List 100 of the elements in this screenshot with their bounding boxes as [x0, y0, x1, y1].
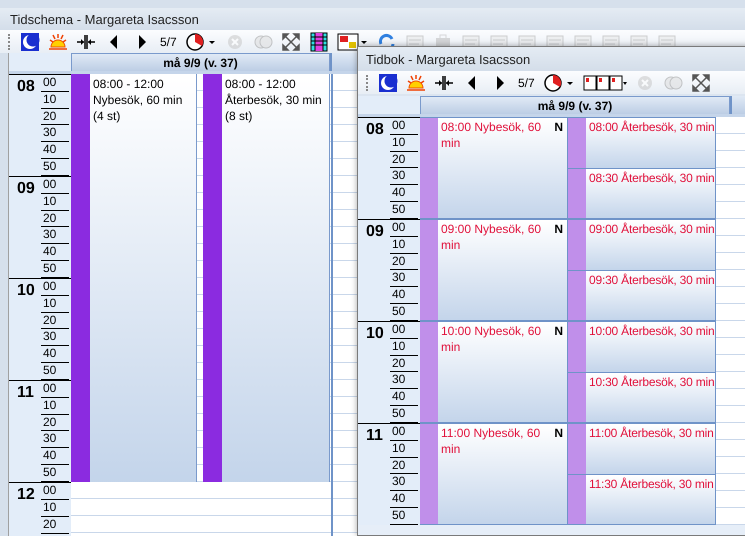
minute-label: 20 [41, 414, 69, 432]
minute-label: 10 [41, 398, 69, 415]
appointment[interactable]: 09:00 Återbesök, 30 min [568, 219, 716, 270]
minute-label: 20 [41, 312, 69, 330]
minute-label: 00 [390, 322, 418, 339]
clock-icon[interactable] [542, 72, 575, 94]
new-patient-marker: N [554, 323, 563, 339]
moon-icon[interactable] [20, 30, 40, 52]
hour-label: 10 [366, 324, 385, 344]
appointment[interactable]: 10:00 Nybesök, 60 min N [420, 321, 568, 423]
day-header[interactable]: må 9/9 (v. 37) [71, 53, 330, 71]
minute-label: 30 [41, 329, 69, 346]
appointment-text: 08:00 Återbesök, 30 min [588, 119, 715, 135]
grid-icon[interactable] [308, 30, 329, 52]
minute-label: 20 [390, 152, 418, 168]
appointment[interactable]: 10:00 Återbesök, 30 min [568, 321, 716, 372]
new-patient-marker: N [554, 221, 563, 237]
category-bar [568, 474, 586, 524]
hour-label: 08 [17, 77, 36, 97]
category-bar [568, 220, 586, 270]
minute-label: 20 [41, 210, 69, 228]
minute-label: 50 [41, 261, 69, 278]
minute-label: 20 [390, 254, 418, 270]
appointment[interactable]: 08:00 Återbesök, 30 min [568, 117, 716, 168]
schedule-block[interactable]: 08:00 - 12:00 Nybesök, 60 min (4 st) [71, 74, 197, 482]
appointment[interactable]: 08:00 Nybesök, 60 min N [420, 117, 568, 219]
minute-label: 40 [41, 142, 69, 160]
page-indicator: 5/7 [518, 76, 535, 90]
appointment[interactable]: 10:30 Återbesök, 30 min [568, 372, 716, 423]
minute-label: 20 [390, 458, 418, 474]
hour-label: 12 [17, 485, 36, 505]
window-title: Tidbok - Margareta Isacsson [366, 52, 530, 66]
category-bar [568, 118, 586, 168]
minute-label: 10 [41, 92, 69, 109]
appointment-text: 10:00 Återbesök, 30 min [588, 323, 715, 339]
moon-icon[interactable] [378, 72, 398, 94]
minute-label: 30 [390, 168, 418, 186]
appointment-text: 10:30 Återbesök, 30 min [588, 374, 715, 390]
appointment[interactable]: 08:30 Återbesök, 30 min [568, 168, 716, 219]
minute-label: 00 [41, 279, 69, 296]
category-bar [568, 372, 586, 422]
minute-label: 40 [390, 491, 418, 508]
minute-label: 50 [41, 363, 69, 380]
minute-label: 30 [390, 270, 418, 288]
new-patient-marker: N [554, 425, 563, 441]
category-bar [568, 270, 586, 320]
minute-label: 50 [41, 465, 69, 482]
category-bar [568, 322, 586, 372]
hour-label: 08 [366, 120, 385, 140]
appointment-text: 10:00 Nybesök, 60 min [440, 323, 542, 355]
appointment[interactable]: 11:30 Återbesök, 30 min [568, 474, 716, 525]
minute-label: 10 [390, 338, 418, 356]
minute-label: 10 [41, 194, 69, 211]
expand-icon[interactable] [690, 72, 711, 94]
category-bar [568, 168, 586, 218]
minute-label: 20 [41, 517, 69, 534]
appointment-text: 11:30 Återbesök, 30 min [588, 476, 715, 492]
minute-label: 00 [41, 483, 69, 500]
appointment-text: 09:00 Nybesök, 60 min [440, 221, 542, 253]
appointment[interactable]: 11:00 Återbesök, 30 min [568, 423, 716, 474]
clock-icon[interactable] [184, 30, 217, 52]
new-patient-marker: N [554, 119, 563, 135]
minute-label: 10 [41, 296, 69, 313]
minute-label: 40 [390, 287, 418, 304]
appointment[interactable]: 09:00 Nybesök, 60 min N [420, 219, 568, 321]
minute-label: 10 [41, 500, 69, 517]
appointment-text: 09:00 Återbesök, 30 min [588, 221, 715, 237]
minute-label: 30 [41, 125, 69, 142]
minute-label: 20 [41, 108, 69, 126]
minute-label: 30 [390, 474, 418, 492]
minute-label: 00 [390, 118, 418, 135]
hour-label: 09 [366, 222, 385, 242]
appointment[interactable]: 11:00 Nybesök, 60 min N [420, 423, 568, 525]
day-header[interactable]: må 9/9 (v. 37) [420, 96, 730, 114]
minute-label: 10 [390, 440, 418, 458]
minute-label: 00 [390, 220, 418, 237]
expand-icon[interactable] [280, 30, 301, 52]
minute-label: 00 [41, 75, 69, 92]
appointment-text: 08:30 Återbesök, 30 min [588, 170, 715, 186]
minute-label: 40 [41, 448, 69, 466]
minute-label: 00 [41, 381, 69, 398]
minute-label: 40 [390, 389, 418, 406]
page-indicator: 5/7 [160, 34, 177, 48]
hour-label: 10 [17, 281, 36, 301]
minute-label: 00 [41, 177, 69, 194]
minute-label: 10 [390, 134, 418, 152]
toolbar-grip[interactable] [366, 74, 370, 90]
minute-label: 50 [41, 159, 69, 176]
window-title: Tidschema - Margareta Isacsson [10, 12, 199, 26]
category-bar [568, 424, 586, 474]
toolbar-grip[interactable] [8, 34, 12, 50]
hour-label: 11 [366, 426, 384, 446]
schedule-block[interactable]: 08:00 - 12:00 Återbesök, 30 min (8 st) [203, 74, 330, 482]
block-time: 08:00 - 12:00 [93, 76, 165, 92]
minute-label: 20 [390, 356, 418, 372]
appointment[interactable]: 09:30 Återbesök, 30 min [568, 270, 716, 321]
minute-label: 40 [41, 346, 69, 364]
appointment-text: 09:30 Återbesök, 30 min [588, 272, 715, 288]
hour-label: 09 [17, 179, 36, 199]
minute-label: 30 [41, 227, 69, 244]
